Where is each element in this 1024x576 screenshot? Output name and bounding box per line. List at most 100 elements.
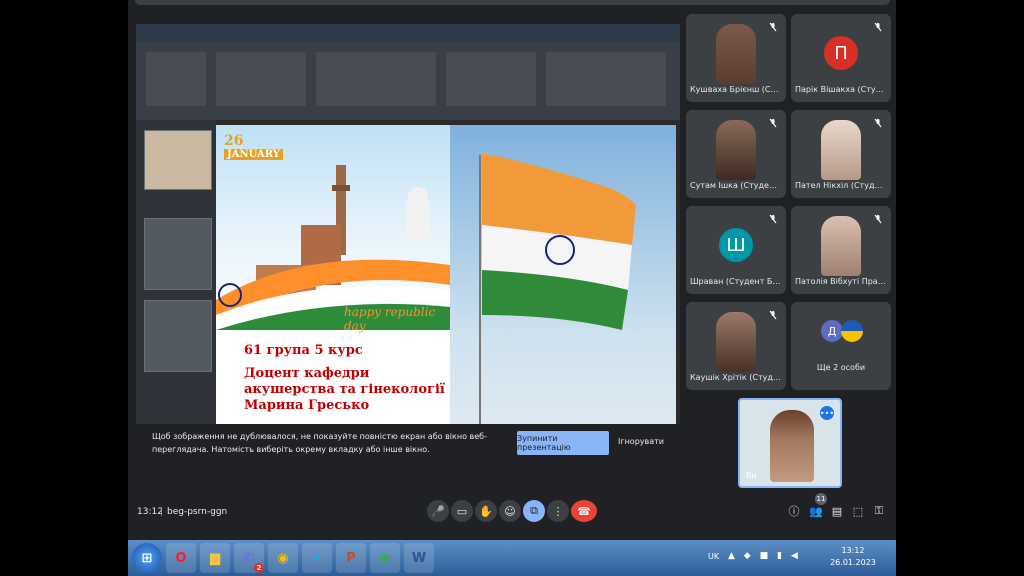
- ukraine-shield-icon: [841, 320, 863, 342]
- tray-icon-1: ▲: [728, 551, 738, 561]
- mic-off-icon: [874, 214, 882, 224]
- camera-icon: ▭: [456, 504, 468, 518]
- hand-icon: ✋: [479, 504, 493, 518]
- clock-time: 13:12: [841, 546, 865, 555]
- taskbar-opera[interactable]: O: [166, 543, 196, 573]
- present-icon: ⧉: [530, 504, 538, 517]
- participant-name: Пател Нікхіл (Студент БД...: [795, 181, 887, 190]
- emoji-icon: ☺: [504, 504, 516, 518]
- host-controls-button[interactable]: ⚿: [868, 500, 890, 522]
- top-strip: [135, 0, 890, 5]
- share-warning-banner: Щоб зображення не дублювалося, не показу…: [136, 424, 680, 466]
- taskbar-explorer[interactable]: ▆: [200, 543, 230, 573]
- mic-off-icon: [769, 214, 777, 224]
- meeting-separator: |: [160, 507, 164, 517]
- participant-tile-4[interactable]: Пател Нікхіл (Студент БД...: [791, 110, 891, 198]
- participant-tile-7[interactable]: Каушік Хрітік (Студент Б...: [686, 302, 786, 390]
- date-month: JANUARY: [224, 149, 283, 160]
- phone-end-icon: ☎: [577, 504, 591, 518]
- present-button[interactable]: ⧉: [523, 500, 545, 522]
- ppt-titlebar: [136, 24, 680, 42]
- flag-photo: [450, 125, 676, 427]
- slide-teacher: Марина Гресько: [244, 398, 370, 413]
- meeting-code: beg-psrn-ggn: [167, 507, 228, 517]
- camera-button[interactable]: ▭: [451, 500, 473, 522]
- date-badge: 26 JANUARY: [224, 133, 283, 160]
- mic-off-icon: [769, 118, 777, 128]
- stop-presenting-button[interactable]: Зупинити презентацію: [517, 431, 609, 455]
- participant-name: Патолія Вібхуті Прадхар...: [795, 277, 887, 286]
- tray-icon-3: ■: [759, 551, 772, 561]
- participant-name: Шраван (Студент БДМУ...: [690, 277, 782, 286]
- participant-tile-2[interactable]: П Парік Вішакха (Студент Б...: [791, 14, 891, 102]
- participant-video: [716, 24, 756, 84]
- taskbar-telegram[interactable]: ➤: [302, 543, 332, 573]
- presentation-slide: 26 JANUARY happy republic day 61 група 5…: [216, 125, 676, 427]
- mic-button[interactable]: 🎤: [427, 500, 449, 522]
- participant-name: Сутам Ішка (Студент БД...: [690, 181, 782, 190]
- more-options-button[interactable]: ⋮: [547, 500, 569, 522]
- date-day: 26: [224, 133, 244, 149]
- word-icon: W: [411, 550, 427, 566]
- clock[interactable]: 13:12 26.01.2023: [828, 545, 878, 569]
- chrome-icon: ◉: [277, 550, 289, 566]
- participant-tile-3[interactable]: Сутам Ішка (Студент БД...: [686, 110, 786, 198]
- leave-call-button[interactable]: ☎: [571, 500, 597, 522]
- folder-icon: ▆: [210, 550, 220, 566]
- participant-name: Парік Вішакха (Студент Б...: [795, 85, 887, 94]
- avatar: Д: [821, 320, 843, 342]
- more-participants-label: Ще 2 особи: [816, 363, 866, 372]
- participants-count-badge: 11: [815, 493, 827, 505]
- india-flag: [479, 153, 636, 427]
- microphone-icon: 🎤: [431, 504, 445, 518]
- start-button[interactable]: ⊞: [132, 543, 162, 573]
- info-button[interactable]: ⓘ: [783, 500, 805, 522]
- participant-video: [716, 312, 756, 372]
- more-participants-tile[interactable]: Д Ще 2 особи: [791, 302, 891, 390]
- self-video: [770, 410, 814, 482]
- raise-hand-button[interactable]: ✋: [475, 500, 497, 522]
- tray-icon-2: ◆: [743, 551, 754, 561]
- language-indicator[interactable]: UK: [708, 552, 719, 561]
- mic-off-icon: [874, 118, 882, 128]
- participant-tile-5[interactable]: Ш Шраван (Студент БДМУ...: [686, 206, 786, 294]
- emoji-button[interactable]: ☺: [499, 500, 521, 522]
- participant-name: Кушваха Брієнш (Студент БДМУ...: [690, 85, 782, 94]
- republic-day-image: 26 JANUARY happy republic day: [216, 125, 450, 333]
- taskbar-word[interactable]: W: [404, 543, 434, 573]
- volume-icon: ◀: [790, 551, 801, 561]
- mic-off-icon: [769, 310, 777, 320]
- clock-date: 26.01.2023: [830, 558, 876, 567]
- activities-button[interactable]: ⬚: [847, 500, 869, 522]
- activities-icon: ⬚: [852, 504, 864, 518]
- self-label: Ви: [746, 471, 757, 480]
- banner-message-line1: Щоб зображення не дублювалося, не показу…: [152, 432, 487, 441]
- participant-name: Каушік Хрітік (Студент Б...: [690, 373, 782, 382]
- chrome-icon: ◉: [379, 550, 391, 566]
- participant-tile-1[interactable]: Кушваха Брієнш (Студент БДМУ...: [686, 14, 786, 102]
- participant-video: [821, 120, 861, 180]
- chat-button[interactable]: ▤: [826, 500, 848, 522]
- republic-day-greeting: happy republic day: [344, 305, 436, 333]
- taskbar-viber[interactable]: ✆ 2: [234, 543, 264, 573]
- participant-video: [716, 120, 756, 180]
- tray-icons[interactable]: ▲ ◆ ■ ▮ ◀: [728, 551, 801, 561]
- taskbar-powerpoint[interactable]: P: [336, 543, 366, 573]
- more-options-icon[interactable]: •••: [820, 406, 834, 420]
- viber-icon: ✆: [243, 550, 255, 566]
- self-view-tile[interactable]: Ви •••: [738, 398, 842, 488]
- info-icon: ⓘ: [788, 505, 800, 518]
- avatar: П: [824, 36, 858, 70]
- ignore-button[interactable]: Ігнорувати: [618, 437, 664, 446]
- mic-off-icon: [874, 22, 882, 32]
- lock-icon: ⚿: [874, 504, 884, 517]
- windows-taskbar: ⊞ O ▆ ✆ 2 ◉ ➤ P ◉ W UK ▲ ◆ ■ ▮ ◀ 13:12 2…: [128, 540, 896, 576]
- slide-position: Доцент кафедри: [244, 366, 370, 381]
- slide-group: 61 група 5 курс: [244, 343, 363, 358]
- taskbar-chrome-1[interactable]: ◉: [268, 543, 298, 573]
- mic-off-icon: [769, 22, 777, 32]
- taskbar-chrome-2[interactable]: ◉: [370, 543, 400, 573]
- ppt-thumbnails: [136, 120, 216, 464]
- participant-tile-6[interactable]: Патолія Вібхуті Прадхар...: [791, 206, 891, 294]
- banner-message: Щоб зображення не дублювалося, не показу…: [152, 430, 532, 456]
